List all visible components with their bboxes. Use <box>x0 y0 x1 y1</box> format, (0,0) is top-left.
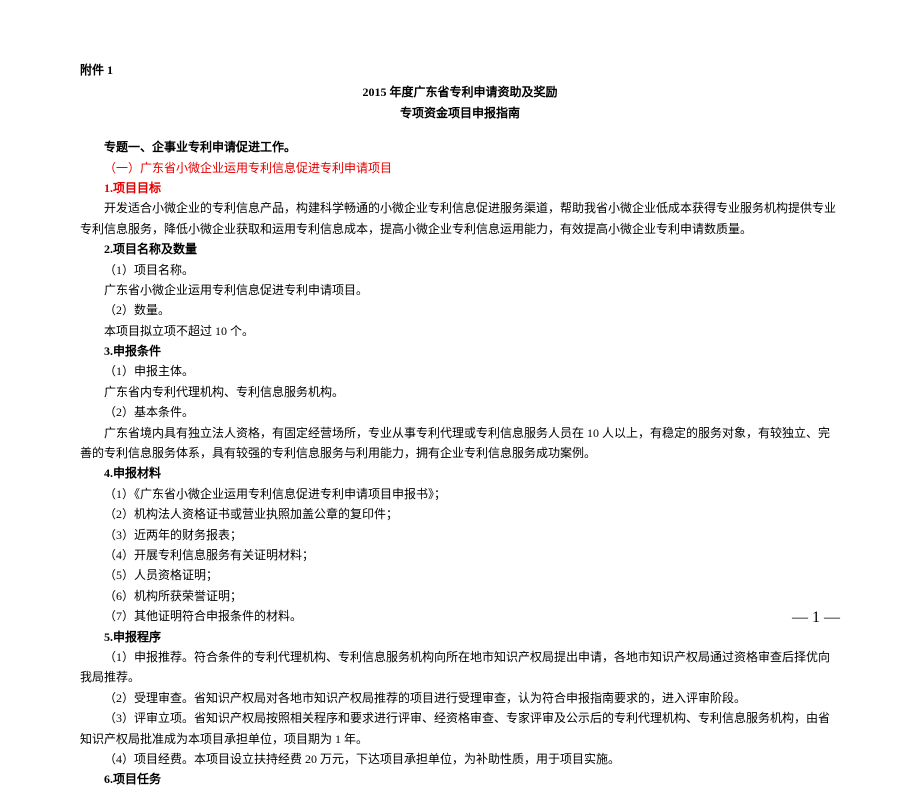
paragraph-2c: （2）数量。 <box>80 300 840 320</box>
subsection-heading: （一）广东省小微企业运用专利信息促进专利申请项目 <box>80 158 840 178</box>
paragraph-1: 开发适合小微企业的专利信息产品，构建科学畅通的小微企业专利信息促进服务渠道，帮助… <box>80 198 840 239</box>
title-line-2: 专项资金项目申报指南 <box>80 103 840 123</box>
heading-6: 6.项目任务 <box>80 769 840 789</box>
paragraph-3b: 广东省内专利代理机构、专利信息服务机构。 <box>80 382 840 402</box>
paragraph-2b: 广东省小微企业运用专利信息促进专利申请项目。 <box>80 280 840 300</box>
heading-1: 1.项目目标 <box>80 178 840 198</box>
paragraph-4g: （7）其他证明符合申报条件的材料。 <box>80 606 840 626</box>
paragraph-4d: （4）开展专利信息服务有关证明材料； <box>80 545 840 565</box>
paragraph-3c: （2）基本条件。 <box>80 402 840 422</box>
paragraph-3a: （1）申报主体。 <box>80 361 840 381</box>
document-title: 2015 年度广东省专利申请资助及奖励 专项资金项目申报指南 <box>80 82 840 123</box>
paragraph-2a: （1）项目名称。 <box>80 260 840 280</box>
heading-5: 5.申报程序 <box>80 627 840 647</box>
paragraph-4a: （1）《广东省小微企业运用专利信息促进专利申请项目申报书》； <box>80 484 840 504</box>
topic-heading: 专题一、企事业专利申请促进工作。 <box>80 137 840 157</box>
paragraph-5c: （3）评审立项。省知识产权局按照相关程序和要求进行评审、经资格审查、专家评审及公… <box>80 708 840 749</box>
heading-2: 2.项目名称及数量 <box>80 239 840 259</box>
title-line-1: 2015 年度广东省专利申请资助及奖励 <box>80 82 840 102</box>
paragraph-3d: 广东省境内具有独立法人资格，有固定经营场所，专业从事专利代理或专利信息服务人员在… <box>80 423 840 464</box>
paragraph-5a: （1）申报推荐。符合条件的专利代理机构、专利信息服务机构向所在地市知识产权局提出… <box>80 647 840 688</box>
paragraph-4e: （5）人员资格证明； <box>80 565 840 585</box>
page-number: — 1 — <box>792 604 840 631</box>
paragraph-2d: 本项目拟立项不超过 10 个。 <box>80 321 840 341</box>
paragraph-5b: （2）受理审查。省知识产权局对各地市知识产权局推荐的项目进行受理审查，认为符合申… <box>80 688 840 708</box>
paragraph-4b: （2）机构法人资格证书或营业执照加盖公章的复印件； <box>80 504 840 524</box>
attachment-label: 附件 1 <box>80 60 840 80</box>
paragraph-5d: （4）项目经费。本项目设立扶持经费 20 万元，下达项目承担单位，为补助性质，用… <box>80 749 840 769</box>
paragraph-4c: （3）近两年的财务报表； <box>80 525 840 545</box>
heading-3: 3.申报条件 <box>80 341 840 361</box>
paragraph-4f: （6）机构所获荣誉证明； <box>80 586 840 606</box>
heading-4: 4.申报材料 <box>80 463 840 483</box>
